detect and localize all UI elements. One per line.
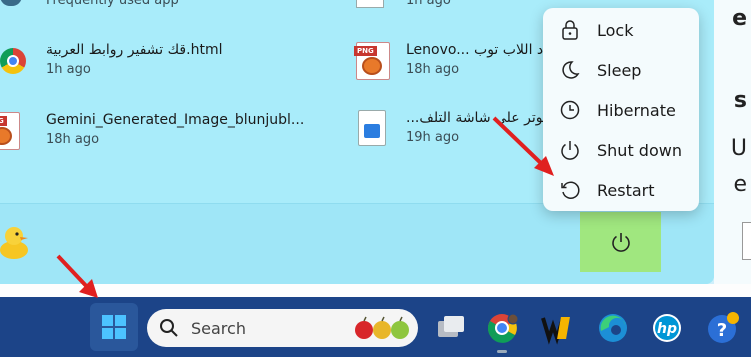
task-view-icon[interactable] <box>434 311 468 345</box>
active-app-indicator <box>497 350 507 353</box>
help-icon[interactable]: ? <box>705 311 739 345</box>
edge-text: U <box>730 136 747 161</box>
chrome-icon <box>0 48 26 74</box>
hp-icon[interactable]: hp <box>650 311 684 345</box>
search-box[interactable]: Search <box>147 309 418 347</box>
power-icon <box>611 233 630 252</box>
frequent-app-caption: Frequently used app <box>46 0 179 8</box>
annotation-arrow <box>56 254 98 298</box>
recent-item-name: Lenovo... بـ د اللاب توب <box>406 42 556 58</box>
avatar[interactable] <box>0 224 30 260</box>
fruits-icon <box>355 316 409 339</box>
edge-text: e <box>732 6 747 31</box>
menu-item-label: Lock <box>597 21 634 40</box>
moon-icon <box>562 61 580 79</box>
recent-item-time: 18h ago <box>406 62 460 77</box>
edge-icon[interactable] <box>596 311 630 345</box>
image-file-icon <box>358 110 386 146</box>
clock-icon <box>560 100 580 120</box>
power-icon <box>561 141 579 160</box>
recent-item-time: 19h ago <box>406 130 460 145</box>
recent-item[interactable]: قك تشفير روابط العربية.html 1h ago <box>0 40 330 88</box>
png-file-icon: PNG <box>0 112 20 150</box>
power-menu: Lock Sleep Hibernate Shut down Restart <box>543 8 699 211</box>
recent-item-time: 18h ago <box>46 132 100 147</box>
svg-text:hp: hp <box>657 321 677 337</box>
app-icon-partial <box>0 0 22 6</box>
svg-text:?: ? <box>717 320 727 341</box>
windows-icon <box>102 315 126 339</box>
edge-text: e <box>733 172 747 197</box>
power-button[interactable] <box>580 212 661 272</box>
edge-checkbox <box>742 222 751 260</box>
taskbar-separator <box>0 284 751 297</box>
menu-item-label: Restart <box>597 181 655 200</box>
recent-item-name: قك تشفير روابط العربية.html <box>46 42 223 58</box>
restart-icon <box>561 181 580 199</box>
word-app-icon[interactable] <box>540 311 574 345</box>
chrome-icon[interactable] <box>485 311 519 345</box>
menu-item-lock[interactable]: Lock <box>543 10 699 50</box>
recent-item[interactable]: PNG Gemini_Generated_Image_blunjubl... 1… <box>0 110 330 158</box>
frequent-app-time: 1h ago <box>406 0 451 8</box>
recent-item[interactable]: PNG Lenovo... بـ د اللاب توب 18h ago <box>354 40 556 88</box>
start-button[interactable] <box>90 303 138 351</box>
menu-item-hibernate[interactable]: Hibernate <box>543 90 699 130</box>
edge-text: s <box>733 88 747 113</box>
search-icon <box>160 319 178 337</box>
menu-item-label: Hibernate <box>597 101 676 120</box>
annotation-arrow <box>492 116 554 176</box>
menu-item-shut-down[interactable]: Shut down <box>543 130 699 170</box>
search-label: Search <box>191 319 246 338</box>
menu-item-label: Shut down <box>597 141 682 160</box>
menu-item-sleep[interactable]: Sleep <box>543 50 699 90</box>
start-menu-panel: Frequently used app 1h ago قك تشفير رواب… <box>0 0 714 284</box>
png-file-icon: PNG <box>354 42 390 80</box>
menu-item-restart[interactable]: Restart <box>543 170 699 210</box>
recent-item-time: 1h ago <box>46 62 91 77</box>
recent-item-name: Gemini_Generated_Image_blunjubl... <box>46 112 305 128</box>
lock-icon <box>562 20 578 40</box>
file-icon-partial <box>356 0 384 8</box>
menu-item-label: Sleep <box>597 61 642 80</box>
